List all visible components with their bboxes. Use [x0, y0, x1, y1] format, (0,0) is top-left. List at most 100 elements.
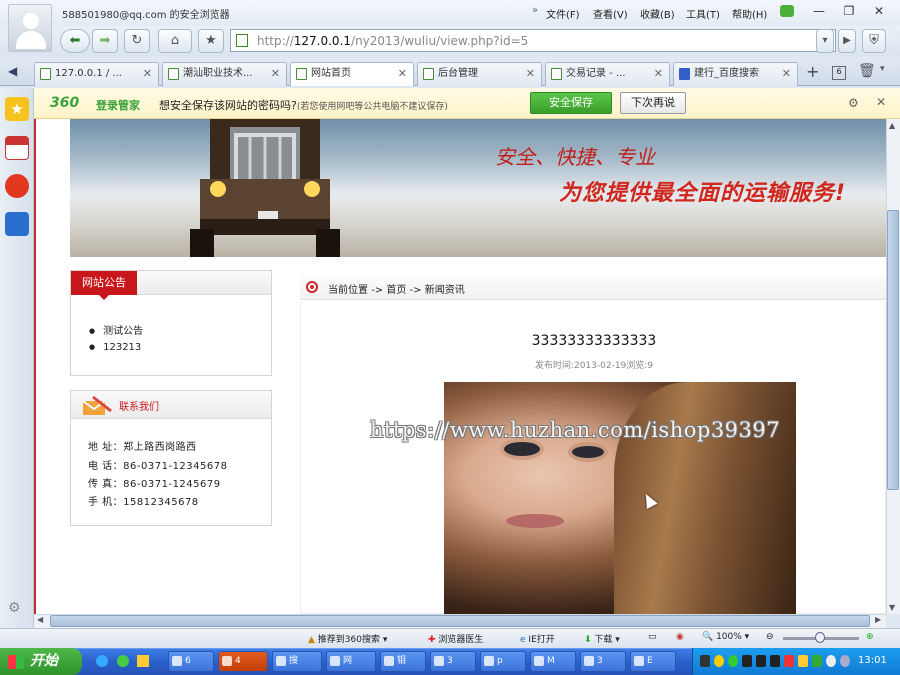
bar-settings-gear-icon[interactable]: ⚙	[848, 96, 859, 110]
tray-qq-icon[interactable]	[770, 655, 780, 667]
zoom-in-button[interactable]: ⊕	[866, 632, 874, 642]
tab-list-icon[interactable]: 6	[832, 66, 846, 80]
secure-save-button[interactable]: 安全保存	[530, 92, 612, 114]
url-dropdown-button[interactable]: ▾	[816, 29, 834, 53]
login-manager-label: 登录管家	[96, 99, 140, 112]
contact-address: 地 址：郑上路西岗路西	[88, 442, 197, 453]
notice-item-link[interactable]: 测试公告	[89, 322, 143, 337]
slogan-primary: 安全、快捷、专业	[495, 145, 655, 169]
taskbar-item-p[interactable]: p	[480, 651, 526, 672]
new-tab-button[interactable]: +	[806, 62, 819, 81]
refresh-button[interactable]: ↻	[124, 29, 150, 53]
article-meta: 发布时间:2013-02-19浏览:9	[534, 361, 654, 371]
page-red-border	[34, 119, 36, 614]
watermark-text: https://www.huzhan.com/ishop39397	[370, 418, 781, 442]
taskbar-item-qq-active[interactable]: 4	[218, 651, 268, 672]
menu-favorites[interactable]: 收藏(B)	[640, 6, 675, 21]
taskbar-clock[interactable]: 13:01	[858, 655, 887, 666]
mobile-icon[interactable]	[5, 212, 29, 236]
restore-button[interactable]: ❐	[838, 2, 860, 20]
contact-title: 联系我们	[119, 402, 159, 413]
address-bar[interactable]: http://127.0.0.1/ny2013/wuliu/view.php?i…	[230, 29, 836, 52]
taskbar-item-folder[interactable]: 3	[580, 651, 626, 672]
ie-open-button[interactable]: e IE打开	[520, 632, 555, 645]
tab-admin[interactable]: 后台管理 ✕	[417, 62, 542, 86]
tray-folder-icon[interactable]	[798, 655, 808, 667]
favorite-star-button[interactable]: ★	[198, 29, 224, 53]
tray-qq-icon[interactable]	[756, 655, 766, 667]
tray-safe-icon[interactable]	[728, 655, 738, 667]
forward-button[interactable]: ➡	[92, 29, 118, 53]
tray-shield-icon[interactable]	[812, 655, 822, 667]
weibo-icon[interactable]	[5, 174, 29, 198]
home-button[interactable]: ⌂	[158, 29, 192, 53]
taskbar-item-qq[interactable]: 6	[168, 651, 214, 672]
favorites-star-icon[interactable]: ★	[5, 97, 29, 121]
news-icon[interactable]	[5, 136, 29, 160]
tray-network-icon[interactable]	[700, 655, 710, 667]
taskbar-item-e[interactable]: E	[630, 651, 676, 672]
tab-localhost[interactable]: 127.0.0.1 / ... ✕	[34, 62, 159, 86]
shield-icon[interactable]: ⛨	[862, 29, 886, 53]
notice-item-link[interactable]: 123213	[89, 342, 141, 353]
location-target-icon	[306, 281, 318, 293]
zoom-slider-handle[interactable]	[815, 632, 825, 643]
tab-transactions[interactable]: 交易记录 - ... ✕	[545, 62, 670, 86]
taskbar-item-3[interactable]: 3	[430, 651, 476, 672]
back-button[interactable]: ⬅	[60, 29, 90, 53]
article-panel: 33333333333333 发布时间:2013-02-19浏览:9	[300, 302, 886, 614]
chevron-double-icon[interactable]: »	[532, 5, 538, 16]
horizontal-scroll-thumb[interactable]	[50, 615, 870, 627]
tray-clock-icon[interactable]	[840, 655, 850, 667]
tab-baidu-ccb[interactable]: 建行_百度搜索 ✕	[673, 62, 798, 86]
trash-icon[interactable]: 🗑	[858, 63, 876, 79]
tray-alert-icon[interactable]	[784, 655, 794, 667]
next-time-button[interactable]: 下次再说	[620, 92, 686, 114]
vertical-scroll-thumb[interactable]	[887, 210, 899, 490]
chevron-down-icon[interactable]: ▾	[880, 64, 885, 74]
taskbar-item-doc[interactable]: 钼	[380, 651, 426, 672]
browser-doctor-button[interactable]: ✚ 浏览器医生	[428, 632, 483, 645]
bar-close-icon[interactable]: ✕	[876, 95, 886, 109]
zoom-out-button[interactable]: ⊖	[766, 632, 774, 642]
tray-volume-icon[interactable]	[826, 655, 836, 667]
recommend-360-button[interactable]: ▲ 推荐到360搜索 ▾	[308, 632, 387, 645]
scroll-down-arrow-icon[interactable]: ▼	[889, 603, 895, 612]
sidebar-toggle-icon[interactable]: ◀	[8, 64, 17, 78]
menu-file[interactable]: 文件(F)	[546, 6, 580, 21]
close-window-button[interactable]: ✕	[868, 2, 890, 20]
envelope-pencil-icon	[79, 393, 113, 417]
breadcrumb: 当前位置 -> 首页 -> 新闻资讯	[300, 274, 886, 300]
ie-quicklaunch-icon[interactable]	[96, 655, 108, 667]
menu-tools[interactable]: 工具(T)	[686, 6, 720, 21]
slogan-secondary: 为您提供最全面的运输服务!	[559, 181, 847, 206]
scroll-right-arrow-icon[interactable]: ▶	[875, 615, 881, 624]
menu-view[interactable]: 查看(V)	[593, 6, 628, 21]
user-avatar[interactable]	[8, 4, 52, 52]
browser-quicklaunch-icon[interactable]	[117, 655, 129, 667]
shirt-icon[interactable]	[780, 5, 794, 17]
article-photo	[444, 382, 796, 614]
go-button[interactable]: ▶	[838, 29, 856, 53]
settings-gear-icon[interactable]: ⚙	[8, 600, 21, 616]
tray-360-icon[interactable]	[714, 655, 724, 667]
taskbar-item-browser[interactable]: 网	[326, 651, 376, 672]
logo-360: 360	[50, 95, 80, 111]
taskbar-item-search[interactable]: 搜	[272, 651, 322, 672]
folder-quicklaunch-icon[interactable]	[137, 655, 149, 667]
tray-qq-icon[interactable]	[742, 655, 752, 667]
mute-icon[interactable]: ◉	[676, 632, 684, 642]
password-manager-bar: 360 登录管家 想安全保存该网站的密码吗?(若您使用网吧等公共电脑不建议保存)…	[34, 88, 900, 119]
scroll-left-arrow-icon[interactable]: ◀	[37, 615, 43, 624]
zoom-control[interactable]: 🔍 100% ▾	[702, 632, 749, 642]
minimize-button[interactable]: —	[808, 2, 830, 20]
url-text: http://127.0.0.1/ny2013/wuliu/view.php?i…	[257, 34, 529, 48]
download-button[interactable]: ⬇ 下载 ▾	[584, 632, 620, 645]
tab-chaoshan[interactable]: 潮汕职业技术... ✕	[162, 62, 287, 86]
menu-help[interactable]: 帮助(H)	[732, 6, 767, 21]
tab-site-home[interactable]: 网站首页 ✕	[290, 62, 414, 86]
taskbar-item-excel[interactable]: M	[530, 651, 576, 672]
screen-icon[interactable]: ▭	[648, 632, 657, 642]
scroll-up-arrow-icon[interactable]: ▲	[889, 121, 895, 130]
breadcrumb-path[interactable]: -> 首页 -> 新闻资讯	[371, 285, 465, 296]
